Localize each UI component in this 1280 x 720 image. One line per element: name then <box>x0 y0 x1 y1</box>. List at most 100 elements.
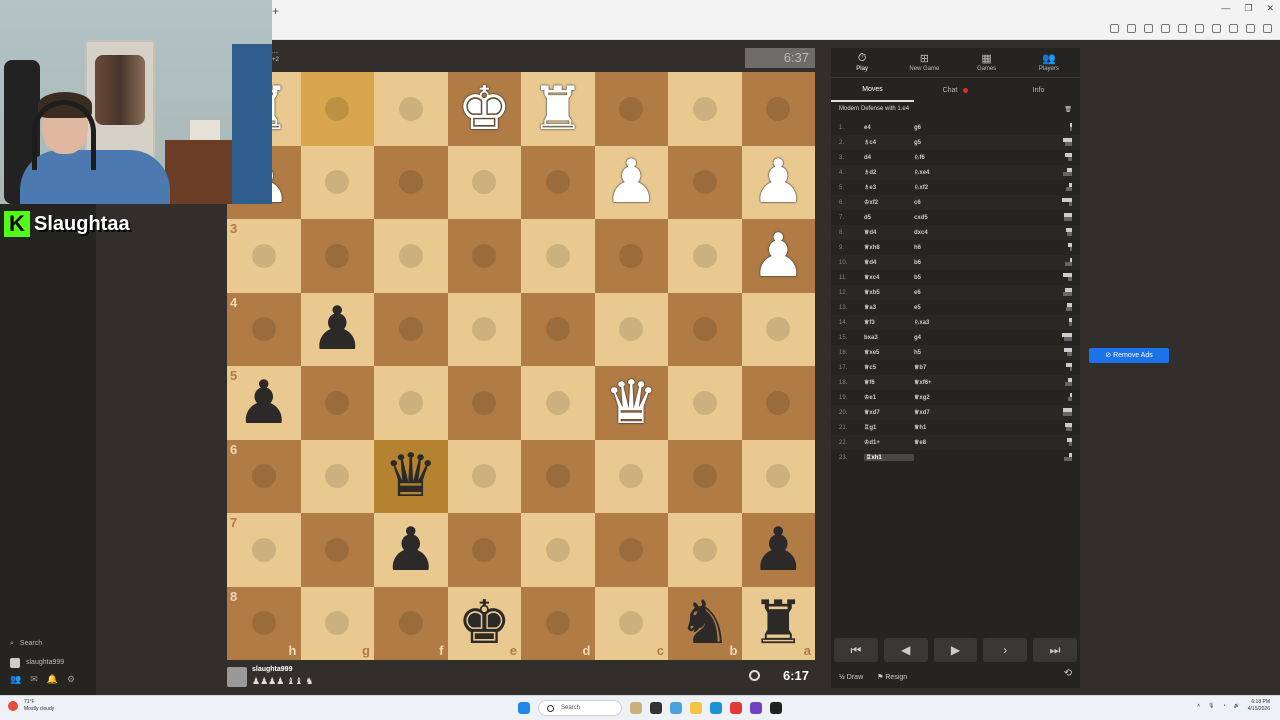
chess-piece[interactable]: ♛ <box>595 366 669 440</box>
board-square[interactable]: ♚ <box>447 72 521 146</box>
white-move[interactable]: d5 <box>864 215 914 221</box>
white-move[interactable]: ♕f6 <box>864 379 914 386</box>
board-square[interactable] <box>300 72 374 146</box>
task-view-icon[interactable] <box>650 702 662 714</box>
board-square[interactable] <box>594 513 668 587</box>
black-move[interactable]: b5 <box>914 275 984 281</box>
favorite-icon[interactable] <box>1144 24 1153 33</box>
board-square[interactable]: 4 <box>227 292 301 366</box>
minimize-button[interactable]: — <box>1221 3 1230 14</box>
black-move[interactable]: dxc4 <box>914 230 984 236</box>
previous-move-button[interactable]: ◀ <box>883 638 928 662</box>
black-move[interactable]: ♕b7 <box>914 364 984 371</box>
chess-piece[interactable]: ♞ <box>668 587 742 661</box>
board-square[interactable] <box>594 219 668 293</box>
nav-players[interactable]: 👥 Players <box>1018 48 1080 77</box>
board-square[interactable]: 7 <box>227 513 301 587</box>
chess-piece[interactable]: ♟ <box>227 366 301 440</box>
board-square[interactable]: ♟ <box>741 145 815 219</box>
board-square[interactable] <box>741 439 815 513</box>
wifi-icon[interactable]: ◔ <box>1222 703 1225 709</box>
board-square[interactable]: ♛ <box>374 439 448 513</box>
settings-gear-icon[interactable]: ⚙ <box>67 674 75 685</box>
edge-icon[interactable] <box>710 702 722 714</box>
black-move[interactable]: g4 <box>914 335 984 341</box>
black-move[interactable]: ♕xg2 <box>914 394 984 401</box>
black-move[interactable]: ♘f6 <box>914 154 984 161</box>
read-aloud-icon[interactable] <box>1127 24 1136 33</box>
white-move[interactable]: d4 <box>864 155 914 161</box>
board-square[interactable] <box>521 439 595 513</box>
chess-piece[interactable]: ♟ <box>374 513 448 587</box>
chess-piece[interactable]: ♟ <box>595 146 669 220</box>
remove-ads-button[interactable]: ⊘ Remove Ads <box>1089 348 1169 363</box>
white-move[interactable]: ♖xh1 <box>864 454 914 461</box>
white-move[interactable]: ♖g1 <box>864 424 914 431</box>
board-square[interactable]: 5 ♟ <box>227 366 301 440</box>
profile-icon[interactable] <box>1229 24 1238 33</box>
board-square[interactable]: 6 <box>227 439 301 513</box>
board-square[interactable] <box>668 145 742 219</box>
board-square[interactable] <box>594 292 668 366</box>
board-square[interactable] <box>374 292 448 366</box>
board-square[interactable] <box>741 72 815 146</box>
white-move[interactable]: ♗e3 <box>864 184 914 191</box>
board-square[interactable] <box>594 72 668 146</box>
first-move-button[interactable]: ⏮ <box>834 638 878 662</box>
weather-icon[interactable] <box>8 701 18 711</box>
black-move[interactable]: cxd5 <box>914 215 984 221</box>
white-move[interactable]: ♕f3 <box>864 319 914 326</box>
board-square[interactable] <box>521 513 595 587</box>
white-move[interactable]: ♔xf2 <box>864 199 914 206</box>
black-move[interactable]: ♕xf6+ <box>914 379 984 386</box>
chess-piece[interactable]: ♟ <box>742 513 816 587</box>
black-move[interactable]: ♕xd7 <box>914 409 984 416</box>
black-move[interactable]: ♘xe4 <box>914 169 984 176</box>
weather-widget[interactable]: 71°F Mostly cloudy <box>24 699 54 713</box>
close-button[interactable]: ✕ <box>1266 3 1274 14</box>
black-move[interactable]: b6 <box>914 260 984 266</box>
board-square[interactable] <box>668 292 742 366</box>
widgets-icon[interactable] <box>630 702 642 714</box>
board-square[interactable] <box>521 292 595 366</box>
board-square[interactable] <box>668 439 742 513</box>
board-square[interactable]: ♟ <box>594 145 669 220</box>
board-square[interactable]: a ♜ <box>741 586 815 660</box>
avatar[interactable] <box>227 667 247 687</box>
board-square[interactable] <box>668 72 742 146</box>
chrome-icon[interactable] <box>730 702 742 714</box>
board-square[interactable]: e ♚ <box>447 586 521 660</box>
board-square[interactable]: ♟ <box>374 513 448 587</box>
taskbar-search[interactable]: Search <box>538 700 622 716</box>
board-square[interactable] <box>521 145 595 219</box>
black-move[interactable]: h5 <box>914 350 984 356</box>
white-move[interactable]: ♕d4 <box>864 229 914 236</box>
friends-icon[interactable]: 👥 <box>10 674 21 685</box>
bottom-player-name[interactable]: slaughta999 <box>252 666 292 673</box>
black-move[interactable]: e6 <box>914 290 984 296</box>
mic-icon[interactable]: 🎙 <box>1208 703 1214 709</box>
black-move[interactable]: ♘xf2 <box>914 184 984 191</box>
split-screen-icon[interactable] <box>1161 24 1170 33</box>
favorites-icon[interactable] <box>1195 24 1204 33</box>
board-square[interactable] <box>447 219 521 293</box>
opening-name[interactable]: Modern Defense with 1.e4 <box>839 106 909 114</box>
refresh-icon[interactable] <box>1178 24 1187 33</box>
board-square[interactable] <box>300 219 374 293</box>
white-move[interactable]: ♗c4 <box>864 139 914 146</box>
board-square[interactable] <box>374 366 448 440</box>
board-square[interactable] <box>668 366 742 440</box>
board-square[interactable]: c <box>594 586 668 660</box>
board-square[interactable] <box>594 439 668 513</box>
black-move[interactable]: c6 <box>914 200 984 206</box>
board-square[interactable]: g <box>300 586 374 660</box>
black-move[interactable]: g6 <box>914 125 984 131</box>
board-square[interactable] <box>447 439 521 513</box>
resign-button[interactable]: ⚑ Resign <box>877 673 907 681</box>
board-square[interactable] <box>741 366 815 440</box>
flip-board-icon[interactable]: ⟲ <box>1064 668 1072 679</box>
chess-piece[interactable]: ♟ <box>301 293 375 367</box>
volume-icon[interactable]: 🔊 <box>1234 703 1240 709</box>
nav-new-game[interactable]: ⊞ New Game <box>893 48 955 77</box>
board-square[interactable]: f <box>374 586 448 660</box>
